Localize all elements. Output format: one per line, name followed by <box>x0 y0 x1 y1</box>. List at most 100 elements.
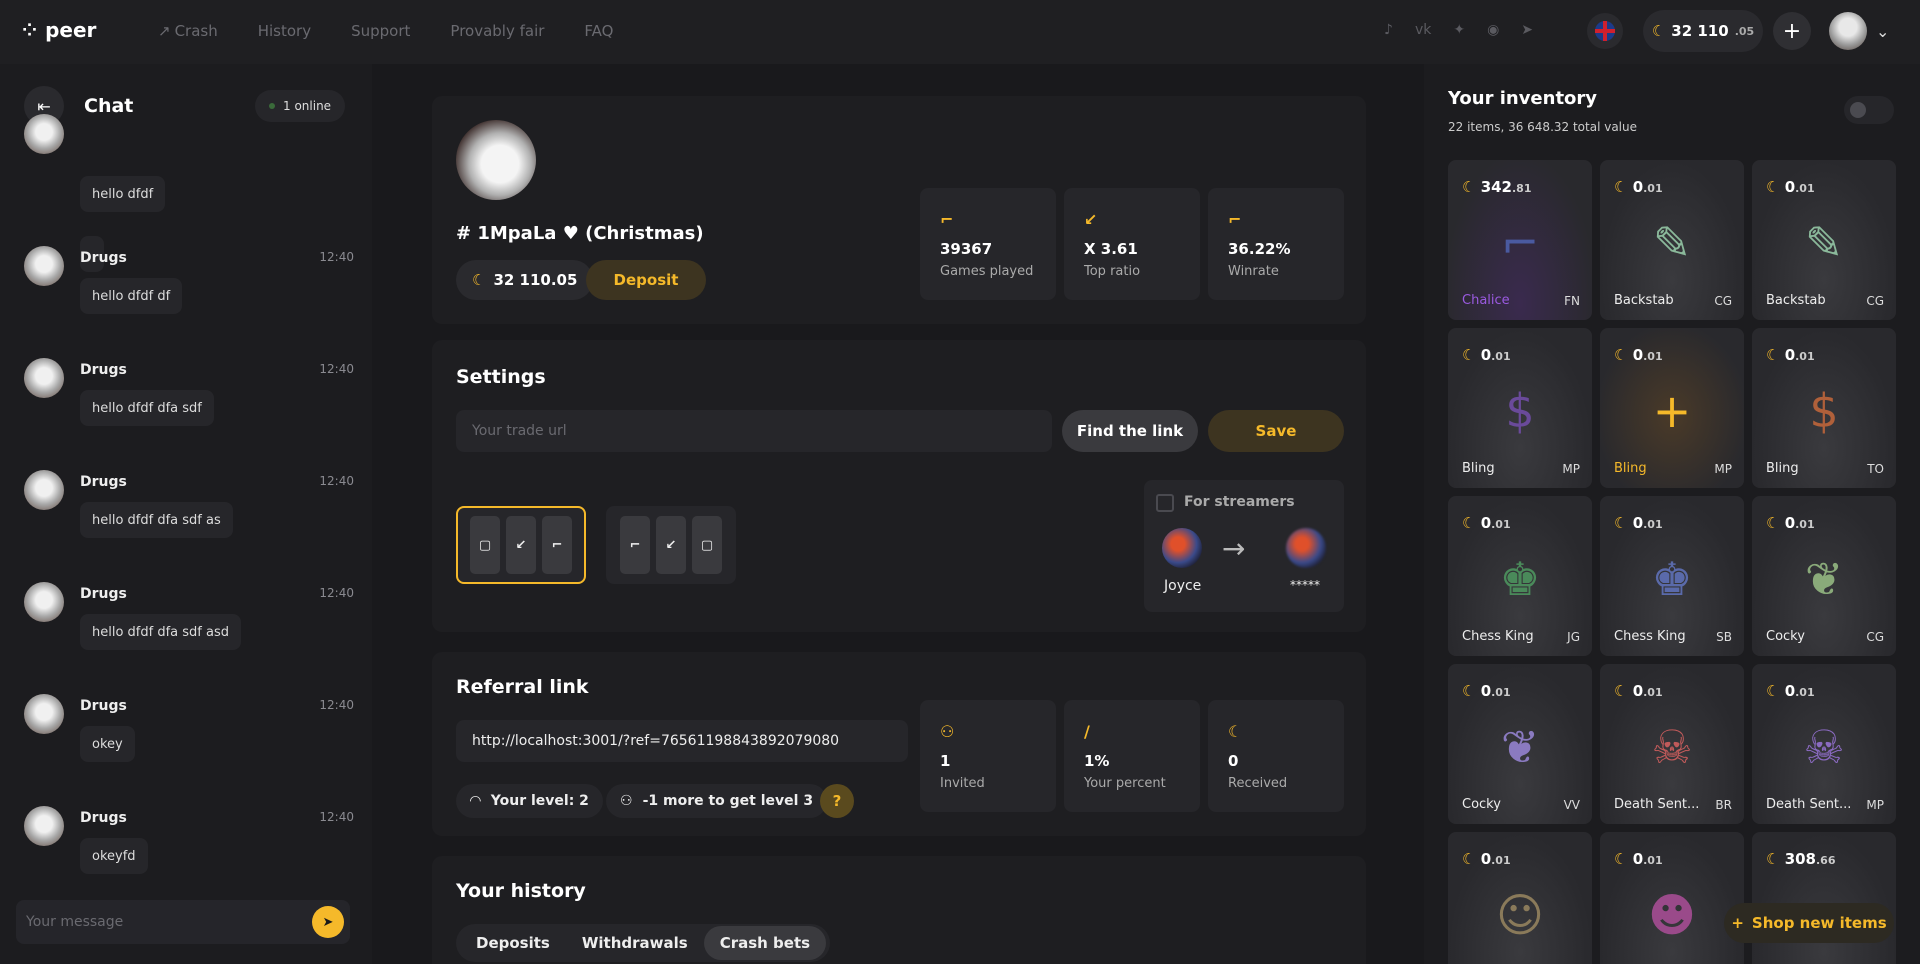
message-author[interactable]: Drugs <box>80 810 127 826</box>
message-author[interactable]: Drugs <box>80 698 127 714</box>
avatar <box>24 582 64 622</box>
message-time: 12:40 <box>319 586 354 600</box>
save-button[interactable]: Save <box>1208 410 1344 452</box>
inventory-item[interactable]: ☾ 0.01 $ Bling TO <box>1752 328 1896 488</box>
item-price-decimal: .01 <box>1491 518 1511 531</box>
avatar <box>24 470 64 510</box>
rooster-icon: ❦ <box>1500 720 1540 774</box>
inventory-item[interactable]: ☾ 0.01 $ Bling MP <box>1448 328 1592 488</box>
stat-label: Games played <box>940 264 1034 279</box>
referral-link-input[interactable]: http://localhost:3001/?ref=7656119884389… <box>456 720 908 762</box>
tab-crash-bets[interactable]: Crash bets <box>703 926 827 960</box>
tab-deposits[interactable]: Deposits <box>460 926 566 960</box>
sticker-icon: ✎ <box>1804 216 1844 270</box>
chart-icon: ↙ <box>656 516 686 574</box>
item-price-value: 0 <box>1784 514 1796 532</box>
item-price-decimal: .01 <box>1643 686 1663 699</box>
nav-support[interactable]: Support <box>351 22 410 40</box>
stat-value: 39367 <box>940 240 993 258</box>
rooster-icon: ❦ <box>1804 552 1844 606</box>
send-button[interactable]: ➤ <box>312 906 344 938</box>
stat-label: Top ratio <box>1084 264 1141 279</box>
item-price-value: 0 <box>1480 514 1492 532</box>
nav-crash-label: Crash <box>174 22 218 40</box>
social-links: ♪ vk ✦ ◉ ➤ <box>1384 22 1533 38</box>
nav-faq[interactable]: FAQ <box>584 22 613 40</box>
avatar <box>24 358 64 398</box>
item-price: ☾ 0.01 <box>1766 178 1815 196</box>
inventory-item[interactable]: ☾ 0.01 ❦ Cocky CG <box>1752 496 1896 656</box>
user-avatar[interactable] <box>1829 12 1867 50</box>
item-price-decimal: .01 <box>1795 350 1815 363</box>
language-button[interactable] <box>1587 13 1623 49</box>
twitter-icon[interactable]: ✦ <box>1453 22 1465 38</box>
message-author[interactable]: Drugs <box>80 586 127 602</box>
header-balance[interactable]: ☾ 32 110 .05 <box>1643 10 1763 52</box>
inventory-item[interactable]: ☾ 0.01 ✎ Backstab CG <box>1600 160 1744 320</box>
inventory-item[interactable]: ☾ 0.01 ✎ Backstab CG <box>1752 160 1896 320</box>
collapse-icon: ⇤ <box>37 96 51 116</box>
online-count: 1 online <box>283 99 332 113</box>
plus-icon: + <box>1731 914 1744 932</box>
chevron-down-icon[interactable]: ⌄ <box>1876 22 1889 41</box>
find-link-button[interactable]: Find the link <box>1062 410 1198 452</box>
item-price-value: 0 <box>1784 682 1796 700</box>
inventory-item[interactable]: ☾ 342.81 ⌐ Chalice FN <box>1448 160 1592 320</box>
message-author[interactable]: Drugs <box>80 474 127 490</box>
logo-icon: ⁘ <box>22 19 38 41</box>
chat-message-input[interactable]: Your message ➤ <box>16 900 350 944</box>
item-name: Backstab <box>1614 293 1674 308</box>
skull-bubble-icon: ☠ <box>1803 720 1845 774</box>
inventory-item[interactable]: ☾ 0.01 + Bling MP <box>1600 328 1744 488</box>
telegram-icon[interactable]: ➤ <box>1521 22 1533 38</box>
inventory-item[interactable]: ☾ 0.01 ☠ Death Sent... MP <box>1752 664 1896 824</box>
inventory-item[interactable]: ☾ 0.01 ❦ Cocky VV <box>1448 664 1592 824</box>
logo[interactable]: ⁘ peer <box>22 18 96 42</box>
item-price-value: 0 <box>1784 178 1796 196</box>
uk-flag-icon <box>1595 21 1615 41</box>
item-price: ☾ 0.01 <box>1614 346 1663 364</box>
item-name: Cocky <box>1766 629 1805 644</box>
message-author[interactable]: Drugs <box>80 250 127 266</box>
inventory-item[interactable]: ☾ 308.66 ⌐ <box>1752 832 1896 964</box>
item-price: ☾ 0.01 <box>1766 682 1815 700</box>
chart-icon: ↗ <box>158 22 171 40</box>
profile-balance: ☾ 32 110.05 <box>456 260 594 300</box>
vk-icon[interactable]: vk <box>1415 22 1431 38</box>
deposit-button[interactable]: Deposit <box>586 260 706 300</box>
layout-option-1[interactable]: ▢ ↙ ⌐ <box>456 506 586 584</box>
message-bubble: hello dfdf dfa sdf as <box>80 502 233 538</box>
trade-url-placeholder: Your trade url <box>472 423 567 439</box>
item-price: ☾ 0.01 <box>1614 178 1663 196</box>
inventory-item[interactable]: ☾ 0.01 ☻ <box>1600 832 1744 964</box>
avatar <box>24 114 64 154</box>
item-wear: MP <box>1562 462 1580 476</box>
message-time: 12:40 <box>319 474 354 488</box>
inventory-item[interactable]: ☾ 0.01 ☺ <box>1448 832 1592 964</box>
online-badge: 1 online <box>255 90 346 122</box>
message-bubble: okey <box>80 726 135 762</box>
nav-provably-fair[interactable]: Provably fair <box>450 22 544 40</box>
nav-crash[interactable]: ↗ Crash <box>158 22 218 40</box>
add-funds-button[interactable]: + <box>1773 12 1811 50</box>
help-button[interactable]: ? <box>820 784 854 818</box>
coin-icon: ☾ <box>1651 22 1666 40</box>
inventory-item[interactable]: ☾ 0.01 ♚ Chess King JG <box>1448 496 1592 656</box>
trade-url-input[interactable]: Your trade url <box>456 410 1052 452</box>
discord-icon[interactable]: ◉ <box>1487 22 1499 38</box>
message-author[interactable]: Drugs <box>80 362 127 378</box>
bell-icon[interactable]: ♪ <box>1384 22 1393 38</box>
header-balance-value: 32 110 <box>1671 22 1729 40</box>
layout-option-2[interactable]: ⌐ ↙ ▢ <box>606 506 736 584</box>
streamers-checkbox[interactable] <box>1156 494 1174 512</box>
dollar-sticker-icon: $ <box>1809 384 1839 438</box>
inventory-item[interactable]: ☾ 0.01 ♚ Chess King SB <box>1600 496 1744 656</box>
item-price-value: 0 <box>1632 682 1644 700</box>
inventory-item[interactable]: ☾ 0.01 ☠ Death Sent... BR <box>1600 664 1744 824</box>
inventory-toggle[interactable] <box>1844 96 1894 124</box>
nav-history[interactable]: History <box>258 22 311 40</box>
history-title: Your history <box>456 880 586 902</box>
tab-withdrawals[interactable]: Withdrawals <box>566 926 704 960</box>
shop-new-items-button[interactable]: + Shop new items <box>1724 903 1894 943</box>
gun-icon: ⌐ <box>940 210 954 229</box>
